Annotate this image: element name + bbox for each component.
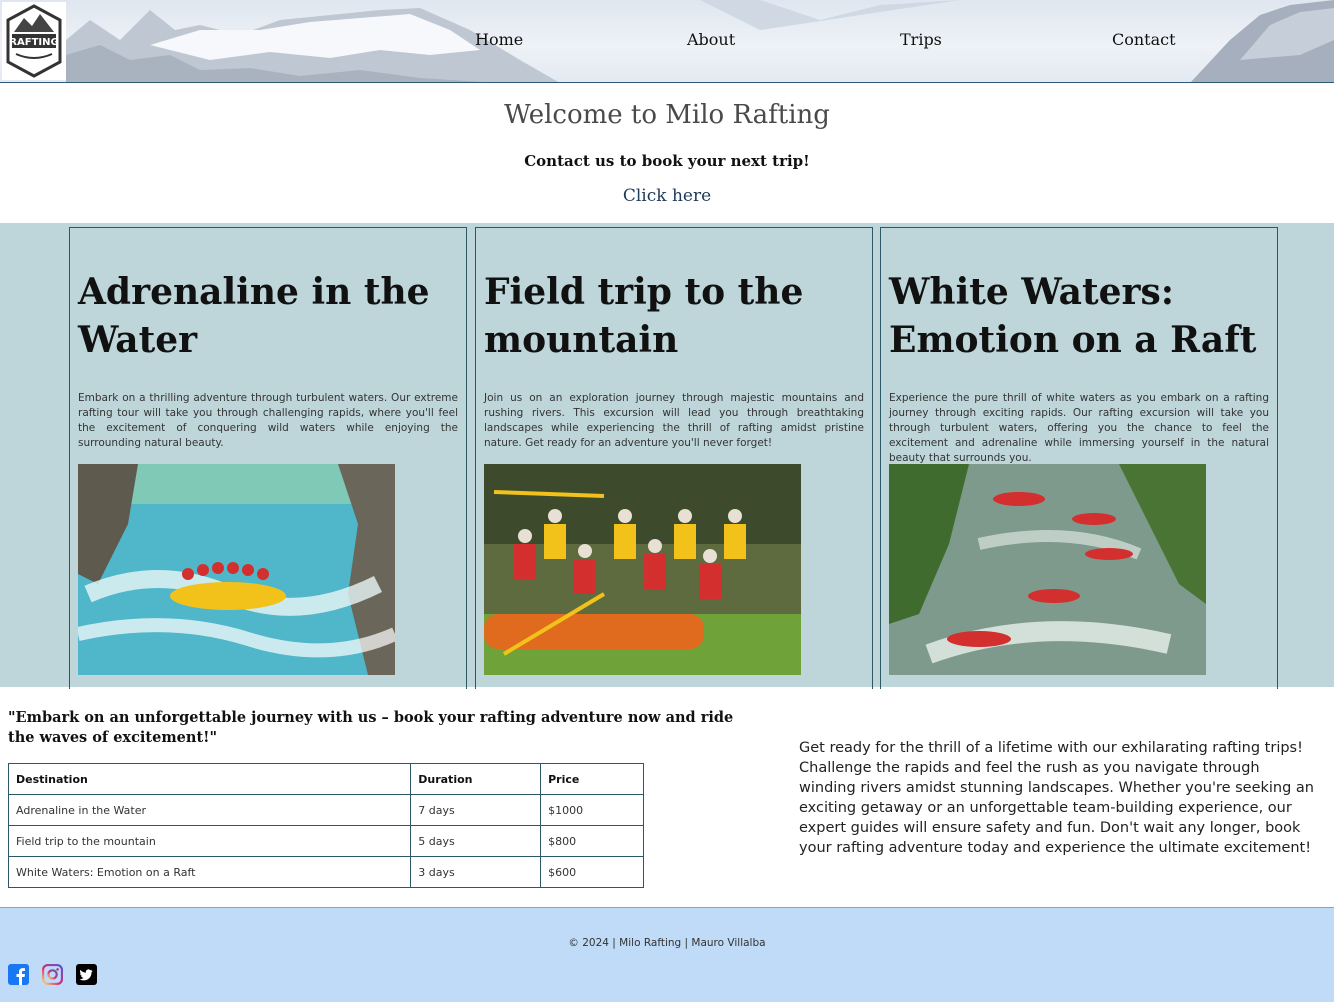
rafting-photo [78, 464, 395, 675]
column-header-duration: Duration [410, 763, 542, 795]
table-cell: $800 [540, 825, 644, 857]
table-cell: $1000 [540, 794, 644, 826]
twitter-icon[interactable] [76, 964, 97, 985]
column-header-price: Price [540, 763, 644, 795]
trip-card: Adrenaline in the Water Embark on a thri… [69, 227, 467, 689]
table-cell: White Waters: Emotion on a Raft [7, 856, 412, 888]
trip-card: White Waters: Emotion on a Raft Experien… [880, 227, 1278, 689]
card-title: White Waters: Emotion on a Raft [889, 271, 1257, 361]
instagram-icon[interactable] [41, 963, 64, 986]
group-photo [484, 464, 801, 675]
copyright-text: © 2024 | Milo Rafting | Mauro Villalba [568, 937, 766, 949]
card-title: Field trip to the mountain [484, 271, 804, 361]
cards-section: Adrenaline in the Water Embark on a thri… [0, 223, 1334, 689]
logo-badge-icon: RAFTING [6, 4, 62, 78]
table-cell: 7 days [410, 794, 542, 826]
page-title: Welcome to Milo Rafting [504, 100, 830, 130]
table-cell: 3 days [410, 856, 542, 888]
table-row: White Waters: Emotion on a Raft 3 days $… [7, 856, 644, 888]
trips-table: Destination Duration Price Adrenaline in… [7, 763, 644, 888]
site-footer: © 2024 | Milo Rafting | Mauro Villalba [0, 907, 1334, 1002]
table-cell: Field trip to the mountain [7, 825, 412, 857]
table-row: Field trip to the mountain 5 days $800 [7, 825, 644, 857]
card-title: Adrenaline in the Water [78, 271, 430, 361]
table-cell: Adrenaline in the Water [7, 794, 412, 826]
facebook-icon[interactable] [8, 964, 29, 985]
table-cell: $600 [540, 856, 644, 888]
rapids-photo [889, 464, 1206, 675]
nav-contact[interactable]: Contact [1112, 30, 1176, 49]
table-cell: 5 days [410, 825, 542, 857]
logo-text: RAFTING [9, 37, 58, 48]
brand-logo[interactable]: RAFTING [2, 2, 66, 80]
card-text: Experience the pure thrill of white wate… [889, 392, 1269, 464]
site-header: RAFTING Home About Trips Contact [0, 0, 1334, 83]
table-row: Adrenaline in the Water 7 days $1000 [7, 794, 644, 826]
table-header-row: Destination Duration Price [7, 763, 644, 795]
nav-home[interactable]: Home [475, 30, 523, 49]
column-header-destination: Destination [7, 763, 412, 795]
card-text: Embark on a thrilling adventure through … [78, 392, 458, 449]
promo-text: Get ready for the thrill of a lifetime w… [799, 740, 1314, 856]
click-here-link[interactable]: Click here [0, 186, 1334, 206]
intro-subtitle: Contact us to book your next trip! [524, 152, 810, 170]
nav-trips[interactable]: Trips [900, 30, 942, 49]
trip-card: Field trip to the mountain Join us on an… [475, 227, 873, 689]
card-text: Join us on an exploration journey throug… [484, 392, 864, 449]
booking-quote: "Embark on an unforgettable journey with… [8, 709, 734, 746]
nav-about[interactable]: About [687, 30, 735, 49]
